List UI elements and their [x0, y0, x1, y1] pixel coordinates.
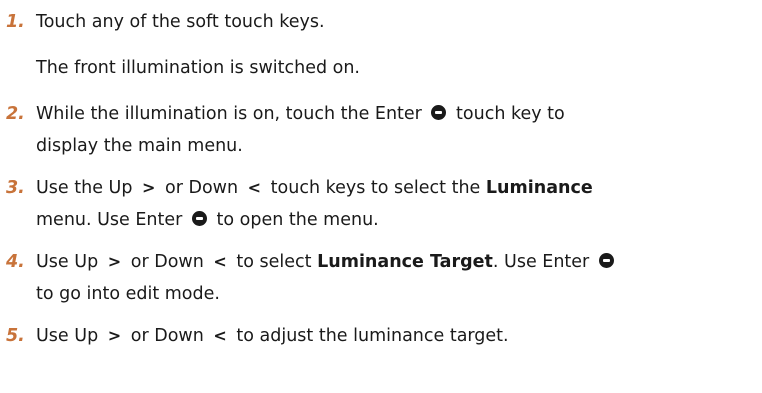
down-chevron-icon: <: [213, 252, 227, 271]
enter-key-icon: [431, 105, 447, 120]
step-text-part: display the main menu.: [36, 136, 243, 156]
step-number: 3.: [6, 178, 25, 198]
step-text-part: touch key to: [456, 104, 565, 124]
up-chevron-icon: >: [107, 252, 122, 271]
step-text-part: Use Up: [36, 326, 99, 346]
step-text-part: or Down: [165, 178, 239, 198]
step-text-part: to go into edit mode.: [36, 284, 220, 304]
enter-key-icon: [598, 253, 614, 268]
enter-key-icon: [191, 211, 207, 226]
down-chevron-icon: <: [247, 178, 262, 197]
step-text-part: or Down: [130, 326, 204, 346]
down-chevron-icon: <: [213, 326, 227, 345]
step-text-part: to select: [236, 252, 312, 272]
step-text-part: Use the Up: [36, 178, 133, 198]
step-number: 4.: [6, 252, 25, 272]
step-text-part: to open the menu.: [216, 210, 379, 230]
step-number: 1.: [6, 12, 25, 32]
instruction-list: 1. Touch any of the soft touch keys. The…: [0, 0, 762, 393]
step-text-part: While the illumination is on, touch the …: [36, 104, 422, 124]
step-text-part: menu. Use Enter: [36, 210, 183, 230]
step-text-part: to adjust the luminance target.: [236, 326, 509, 346]
step-text: Use Up > or Down < to select Luminance T…: [36, 246, 742, 310]
menu-name: Luminance: [485, 178, 593, 198]
step-text-part: or Down: [130, 252, 204, 272]
step-text-part: touch keys to select the: [270, 178, 481, 198]
step-text-part: Use Up: [36, 252, 99, 272]
step-1-result: The front illumination is switched on.: [36, 58, 360, 78]
up-chevron-icon: >: [142, 178, 156, 197]
step-text: Use the Up > or Down < touch keys to sel…: [36, 172, 742, 236]
step-number: 2.: [6, 104, 25, 124]
step-text: Touch any of the soft touch keys.: [36, 12, 325, 32]
setting-name: Luminance Target: [317, 252, 493, 272]
step-text: Use Up > or Down < to adjust the luminan…: [36, 320, 742, 352]
step-text-part: . Use Enter: [492, 252, 590, 272]
up-chevron-icon: >: [107, 326, 122, 345]
step-text: While the illumination is on, touch the …: [36, 98, 742, 162]
step-number: 5.: [6, 326, 25, 346]
